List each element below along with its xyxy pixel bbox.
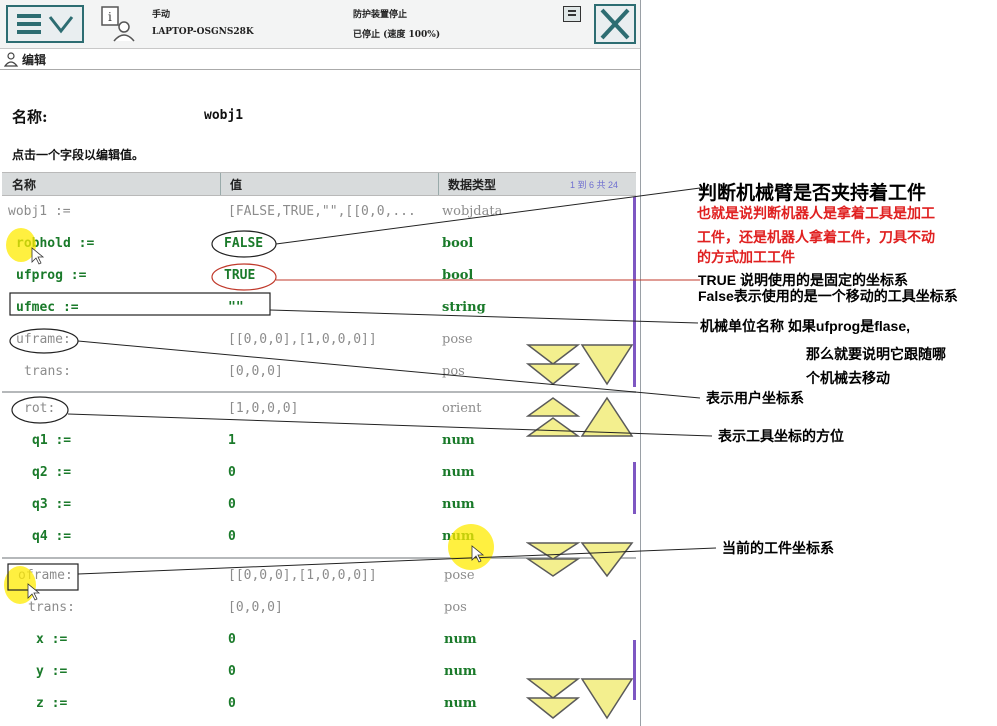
click-highlight xyxy=(4,566,36,604)
row-value: 0 xyxy=(228,632,236,647)
table-row[interactable]: ufmec := "" string xyxy=(2,294,636,326)
row-name: q2 := xyxy=(32,465,72,480)
name-value: wobj1 xyxy=(204,108,244,123)
close-button[interactable] xyxy=(594,4,636,44)
page-indicator: 1 到 6 共 24 xyxy=(570,180,619,190)
scroll-down-buttons[interactable] xyxy=(526,342,636,388)
row-name: q4 := xyxy=(32,529,72,544)
flexpendant-window: i 手动 LAPTOP-OSGNS28K 防护装置停止 已停止 (速度 100%… xyxy=(0,0,641,726)
row-name: wobj1 := xyxy=(8,204,71,219)
column-header-value: 值 xyxy=(230,178,243,192)
scroll-up-buttons[interactable] xyxy=(526,396,636,440)
table-row[interactable]: q2 := 0 num xyxy=(2,459,636,491)
callout-robhold-detail: 的方式加工工件 xyxy=(697,249,795,265)
row-type: num xyxy=(444,664,477,679)
callout-ufmec: 个机械去移动 xyxy=(806,370,890,386)
row-value: [0,0,0] xyxy=(228,364,283,379)
row-value: TRUE xyxy=(224,268,256,283)
row-type: pose xyxy=(442,332,473,347)
row-value: 0 xyxy=(228,497,236,512)
row-value: 0 xyxy=(228,696,236,711)
row-value: [FALSE,TRUE,"",[[0,0,... xyxy=(228,204,416,219)
row-type: pos xyxy=(444,600,467,615)
callout-robhold-detail: 工件，还是机器人拿着工件，刀具不动 xyxy=(697,229,935,245)
row-name: ufmec := xyxy=(16,300,79,315)
row-type: pose xyxy=(444,568,475,583)
row-name: q1 := xyxy=(32,433,72,448)
row-type: pos xyxy=(442,364,465,379)
row-value: 0 xyxy=(228,529,236,544)
row-value: 0 xyxy=(228,465,236,480)
edit-hint: 点击一个字段以编辑值。 xyxy=(12,148,145,162)
row-value: [[0,0,0],[1,0,0,0]] xyxy=(228,568,377,583)
row-value: 1 xyxy=(228,433,236,448)
row-name: ufprog := xyxy=(16,268,87,283)
row-type: bool xyxy=(442,236,474,251)
stop-status-icon xyxy=(563,6,581,22)
table-row[interactable]: x := 0 num xyxy=(2,626,636,658)
row-type: bool xyxy=(442,268,474,283)
editor-header: 编辑 xyxy=(0,49,640,70)
row-name: trans: xyxy=(24,364,71,379)
table-row[interactable]: wobj1 := [FALSE,TRUE,"",[[0,0,... wobjda… xyxy=(2,198,636,230)
controller-name: LAPTOP-OSGNS28K xyxy=(152,27,254,37)
table-row[interactable]: trans: [0,0,0] pos xyxy=(2,594,636,626)
click-highlight xyxy=(6,228,36,262)
row-type: orient xyxy=(442,401,482,416)
name-label: 名称: xyxy=(12,108,48,126)
row-type: num xyxy=(442,433,475,448)
scroll-down-buttons[interactable] xyxy=(526,540,636,580)
table-row[interactable]: q3 := 0 num xyxy=(2,491,636,523)
row-name: uframe: xyxy=(16,332,71,347)
row-value: 0 xyxy=(228,664,236,679)
row-value: [[0,0,0],[1,0,0,0]] xyxy=(228,332,377,347)
callout-ufmec: 那么就要说明它跟随哪 xyxy=(806,346,946,362)
row-name: trans: xyxy=(28,600,75,615)
table-header: 名称 值 数据类型 1 到 6 共 24 xyxy=(2,172,636,196)
row-name: z := xyxy=(36,696,68,711)
hamburger-chevron-icon xyxy=(17,14,74,34)
row-value: FALSE xyxy=(224,236,264,251)
operation-mode: 手动 xyxy=(152,10,171,20)
row-name: q3 := xyxy=(32,497,72,512)
status-info-icon[interactable]: i xyxy=(100,5,136,43)
callout-ufmec: 机械单位名称 如果ufprog是flase, xyxy=(700,318,911,334)
click-highlight xyxy=(448,524,494,570)
row-name: x := xyxy=(36,632,68,647)
guard-status: 防护装置停止 xyxy=(353,10,408,20)
row-value: [1,0,0,0] xyxy=(228,401,299,416)
callout-rot: 表示工具坐标的方位 xyxy=(718,428,844,444)
row-type: num xyxy=(444,696,477,711)
row-type: num xyxy=(442,497,475,512)
svg-text:i: i xyxy=(108,10,112,24)
callout-ufprog-false: False表示使用的是一个移动的工具坐标系 xyxy=(698,288,958,304)
user-edit-icon xyxy=(4,52,19,67)
table-row[interactable]: ufprog := TRUE bool xyxy=(2,262,636,294)
scroll-down-buttons[interactable] xyxy=(526,676,636,722)
row-type: num xyxy=(442,465,475,480)
close-icon xyxy=(600,8,630,40)
row-type: string xyxy=(442,300,486,315)
callout-oframe: 当前的工件坐标系 xyxy=(722,540,834,556)
row-type: num xyxy=(444,632,477,647)
table-row[interactable]: robhold := FALSE bool xyxy=(2,230,636,262)
row-value: "" xyxy=(228,300,244,315)
column-header-type: 数据类型 xyxy=(448,178,497,192)
row-name: rot: xyxy=(24,401,56,416)
page-divider xyxy=(2,391,636,393)
callout-uframe: 表示用户坐标系 xyxy=(706,390,804,406)
row-name: y := xyxy=(36,664,68,679)
callout-robhold-title: 判断机械臂是否夹持着工件 xyxy=(698,183,927,204)
editor-title: 编辑 xyxy=(22,53,47,67)
main-menu-button[interactable] xyxy=(6,5,84,43)
row-type: wobjdata xyxy=(442,204,503,219)
row-value: [0,0,0] xyxy=(228,600,283,615)
program-state: 已停止 (速度 100%) xyxy=(353,30,441,40)
scrollbar[interactable] xyxy=(633,462,636,514)
callout-robhold-detail: 也就是说判断机器人是拿着工具是加工 xyxy=(697,205,935,221)
column-header-name: 名称 xyxy=(12,178,37,192)
top-bar: i 手动 LAPTOP-OSGNS28K 防护装置停止 已停止 (速度 100%… xyxy=(0,0,640,49)
